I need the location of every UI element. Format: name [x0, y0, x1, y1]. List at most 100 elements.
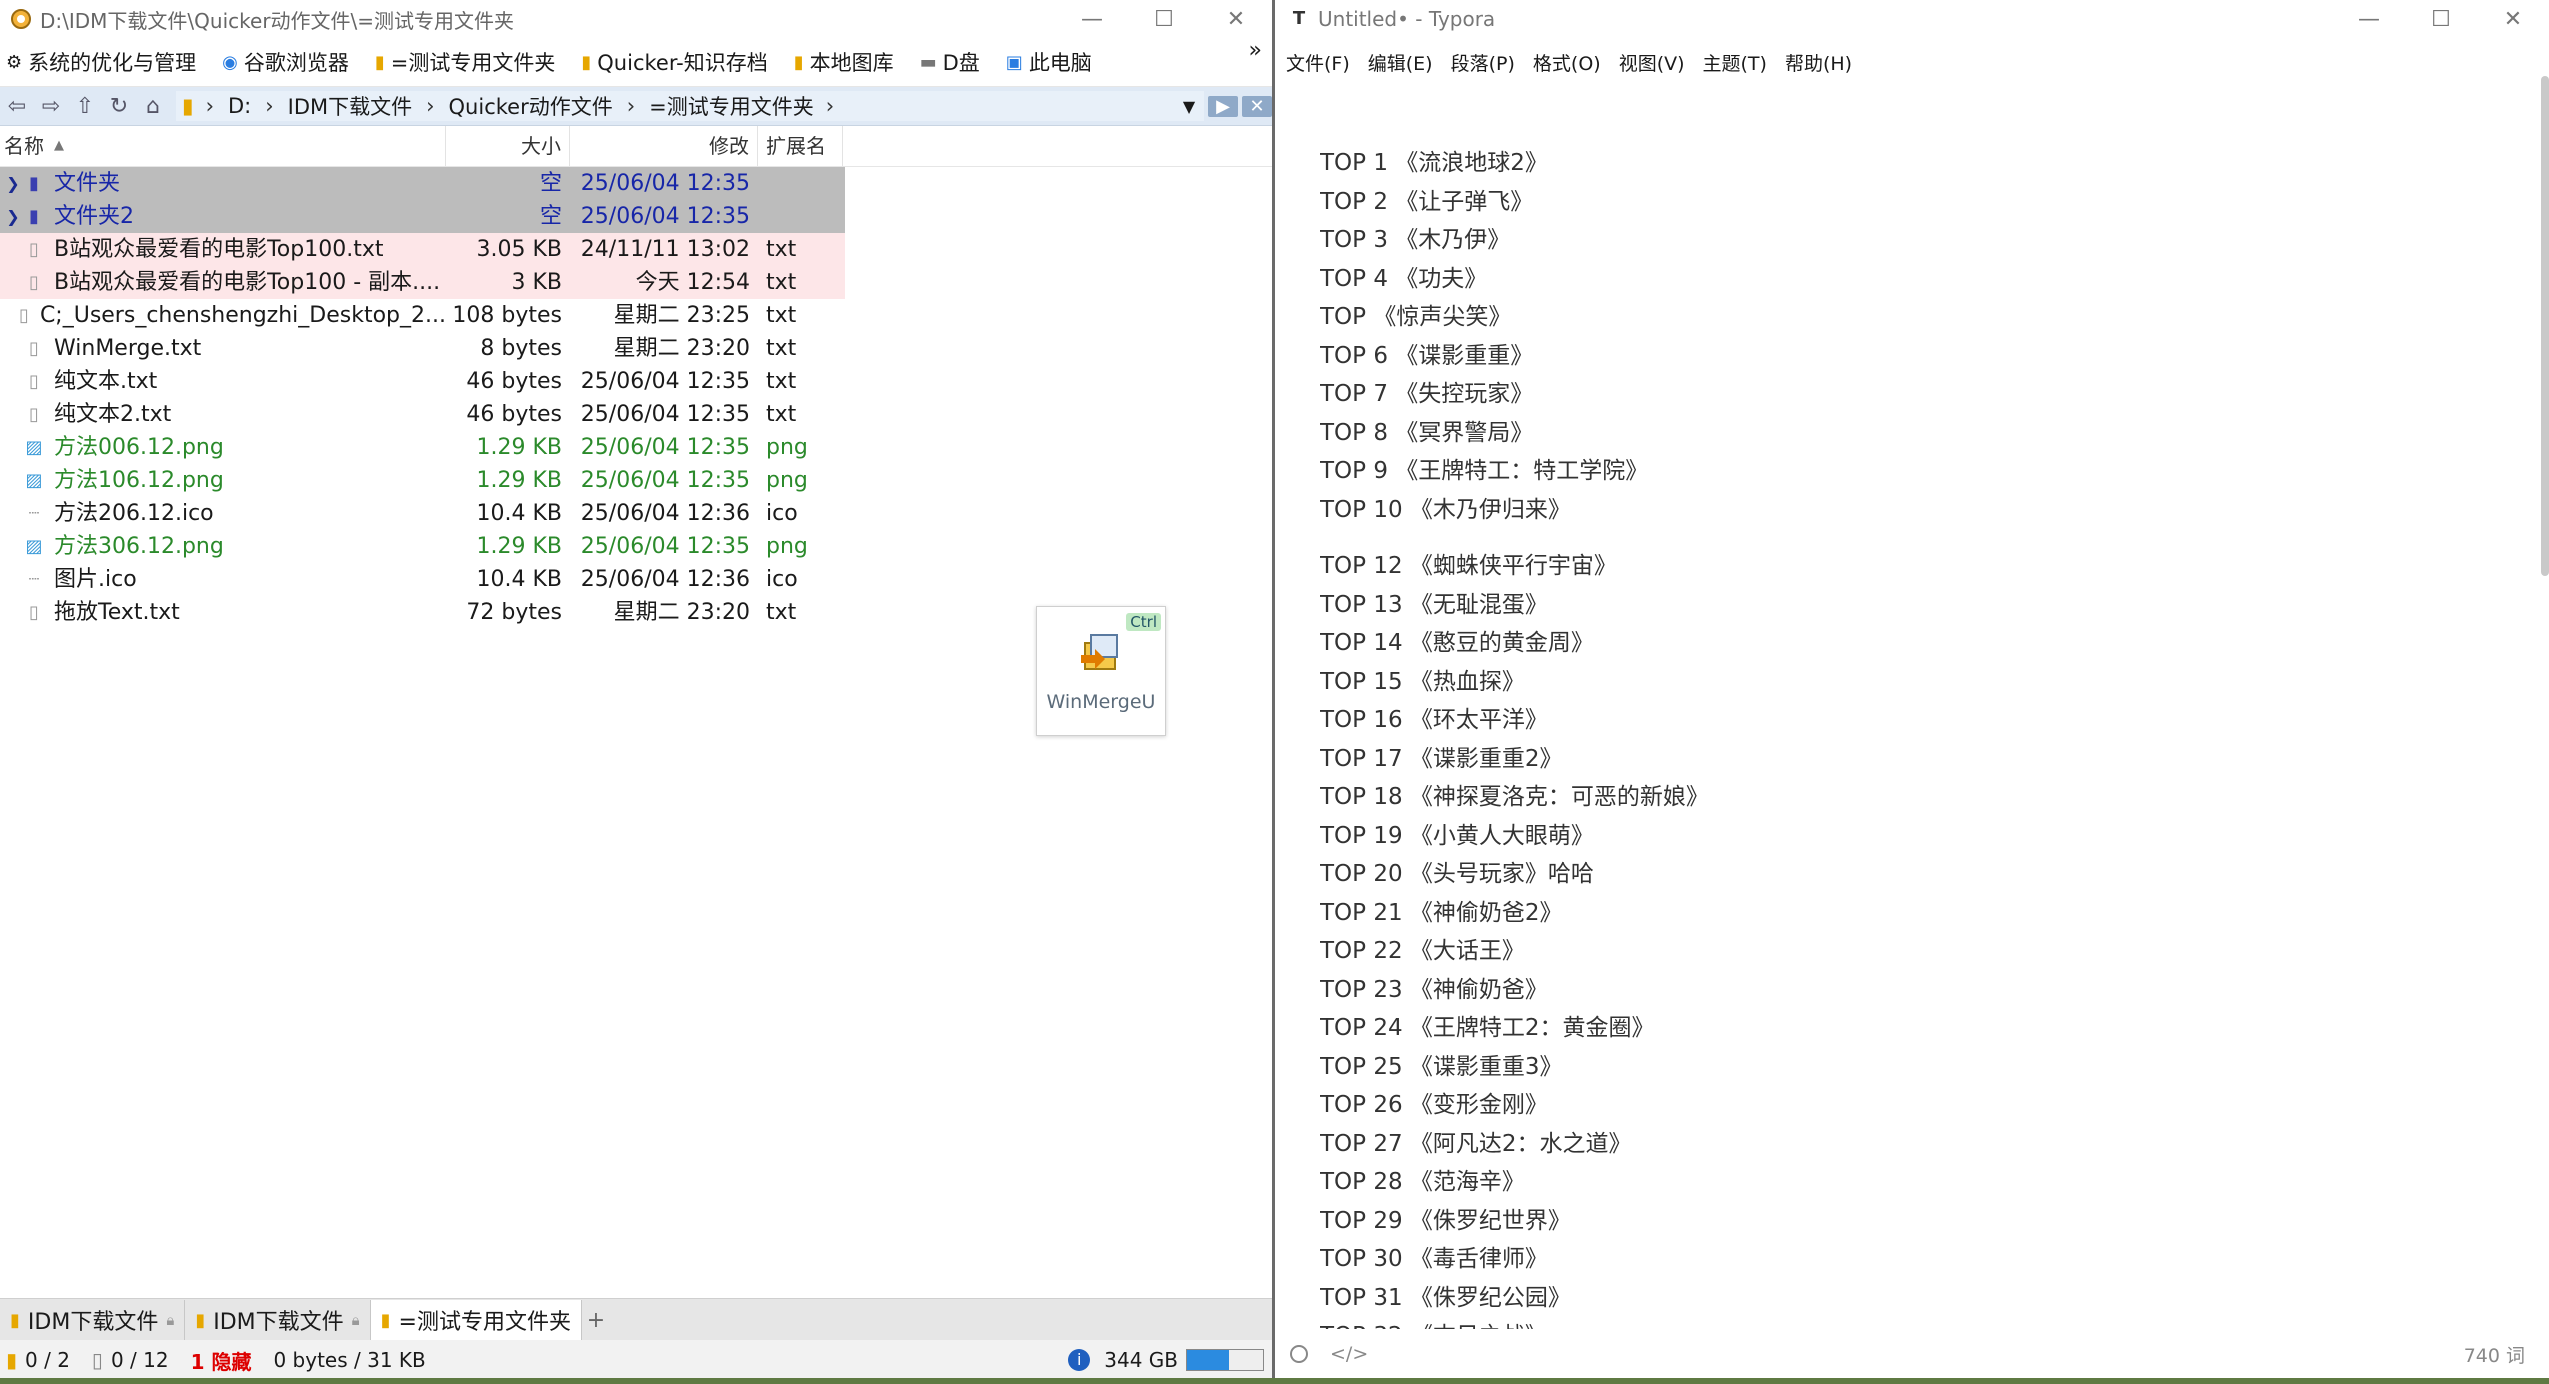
doc-line[interactable]: TOP 10 《木乃伊归来》	[1320, 491, 2490, 530]
doc-line[interactable]: TOP 6 《谍影重重》	[1320, 337, 2490, 376]
go-button[interactable]: ▶	[1208, 95, 1238, 117]
file-name: 纯文本2.txt	[54, 402, 172, 427]
doc-line[interactable]: TOP 4 《功夫》	[1320, 260, 2490, 299]
doc-line[interactable]: TOP 27 《阿凡达2：水之道》	[1320, 1125, 2490, 1164]
source-code-toggle[interactable]: </>	[1330, 1343, 1368, 1365]
maximize-button[interactable]: ☐	[2405, 7, 2477, 32]
favorite-item[interactable]: ⚙ 系统的优化与管理	[6, 47, 196, 77]
doc-line[interactable]: TOP 30 《毒舌律师》	[1320, 1240, 2490, 1279]
doc-line[interactable]: TOP 19 《小黄人大眼萌》	[1320, 817, 2490, 856]
info-icon[interactable]: i	[1068, 1349, 1091, 1371]
breadcrumb[interactable]: › D:	[206, 94, 252, 118]
menu-theme[interactable]: 主题(T)	[1703, 49, 1767, 76]
home-icon[interactable]: ⌂	[136, 94, 170, 119]
typora-titlebar: T Untitled• - Typora — ☐ ✕	[1278, 0, 2549, 38]
doc-line[interactable]: TOP 25 《谍影重重3》	[1320, 1048, 2490, 1087]
breadcrumb[interactable]: › IDM下载文件	[265, 91, 412, 121]
editor-content[interactable]: TOP 1 《流浪地球2》 TOP 2 《让子弹飞》 TOP 3 《木乃伊》 TOP …	[1320, 144, 2490, 1329]
doc-line[interactable]: TOP 20 《头号玩家》哈哈	[1320, 855, 2490, 894]
column-date[interactable]: 修改	[570, 126, 758, 166]
doc-line[interactable]: TOP 14 《憨豆的黄金周》	[1320, 624, 2490, 663]
file-row[interactable]: ┈ 图片.ico 10.4 KB 25/06/04 12:36 ico	[0, 563, 845, 596]
forward-arrow-icon[interactable]: ⇨	[34, 94, 68, 119]
file-row[interactable]: ▯ B站观众最爱看的电影Top100 - 副本.... 3 KB 今天 12:54 tx…	[0, 266, 845, 299]
favorite-item[interactable]: ◉ 谷歌浏览器	[222, 47, 349, 77]
doc-line[interactable]: TOP 1 《流浪地球2》	[1320, 144, 2490, 183]
file-row[interactable]: ▨ 方法006.12.png 1.29 KB 25/06/04 12:35 png	[0, 431, 845, 464]
doc-line[interactable]: TOP 16 《环太平洋》	[1320, 701, 2490, 740]
up-arrow-icon[interactable]: ⇧	[68, 94, 102, 119]
file-row[interactable]: ▯ 拖放Text.txt 72 bytes 星期二 23:20 txt	[0, 596, 845, 629]
tab-idm-2[interactable]: ▮ IDM下载文件 🔒︎	[185, 1300, 371, 1340]
menu-format[interactable]: 格式(O)	[1533, 49, 1601, 76]
file-row[interactable]: ┈ 方法206.12.ico 10.4 KB 25/06/04 12:36 ico	[0, 497, 845, 530]
doc-line[interactable]: TOP 7 《失控玩家》	[1320, 375, 2490, 414]
file-row[interactable]: ▯ C;_Users_chenshengzhi_Desktop_2... 108 b…	[0, 299, 845, 332]
doc-line[interactable]: TOP 17 《谍影重重2》	[1320, 740, 2490, 779]
favorite-item[interactable]: ▮ Quicker-知识存档	[581, 47, 767, 77]
expand-arrow-icon[interactable]: ❯	[4, 167, 22, 200]
hidden-count[interactable]: 1 隐藏	[191, 1346, 252, 1375]
menu-help[interactable]: 帮助(H)	[1785, 49, 1852, 76]
favorites-more-button[interactable]: »	[1249, 38, 1262, 63]
file-row[interactable]: ▨ 方法306.12.png 1.29 KB 25/06/04 12:35 png	[0, 530, 845, 563]
refresh-icon[interactable]: ↻	[102, 94, 136, 119]
tab-test-folder[interactable]: ▮ =测试专用文件夹	[370, 1300, 582, 1340]
doc-line[interactable]: TOP 15 《热血探》	[1320, 663, 2490, 702]
favorite-item[interactable]: ▮ 本地图库	[794, 47, 894, 77]
minimize-button[interactable]: —	[2333, 7, 2405, 32]
doc-line[interactable]: TOP 24 《王牌特工2：黄金圈》	[1320, 1009, 2490, 1048]
file-row[interactable]: ▯ 纯文本.txt 46 bytes 25/06/04 12:35 txt	[0, 365, 845, 398]
tab-idm-1[interactable]: ▮ IDM下载文件 🔒︎	[0, 1300, 186, 1340]
doc-line[interactable]: TOP 8 《冥界警局》	[1320, 414, 2490, 453]
doc-line[interactable]: TOP 18 《神探夏洛克：可恶的新娘》	[1320, 778, 2490, 817]
close-button[interactable]: ✕	[1200, 7, 1272, 32]
doc-line[interactable]: TOP 28 《范海辛》	[1320, 1163, 2490, 1202]
outline-toggle-icon[interactable]	[1290, 1345, 1308, 1363]
minimize-button[interactable]: —	[1056, 7, 1128, 32]
doc-line[interactable]: TOP 23 《神偷奶爸》	[1320, 971, 2490, 1010]
doc-line[interactable]: TOP 26 《变形金刚》	[1320, 1086, 2490, 1125]
chevron-down-icon[interactable]: ▼	[1174, 97, 1204, 116]
doc-line[interactable]: TOP 13 《无耻混蛋》	[1320, 586, 2490, 625]
folder-row[interactable]: ❯ ▮ 文件夹 空 25/06/04 12:35	[0, 167, 845, 200]
favorite-item[interactable]: ▬ D盘	[920, 47, 980, 77]
doc-line[interactable]: TOP 3 《木乃伊》	[1320, 221, 2490, 260]
clear-icon[interactable]: ✕	[1242, 95, 1272, 117]
folder-row[interactable]: ❯ ▮ 文件夹2 空 25/06/04 12:35	[0, 200, 845, 233]
maximize-button[interactable]: ☐	[1128, 7, 1200, 32]
file-name: C;_Users_chenshengzhi_Desktop_2...	[39, 303, 446, 328]
doc-line[interactable]: TOP 21 《神偷奶爸2》	[1320, 894, 2490, 933]
doc-line[interactable]: TOP 《惊声尖笑》	[1320, 298, 2490, 337]
doc-line[interactable]: TOP 9 《王牌特工：特工学院》	[1320, 452, 2490, 491]
menu-file[interactable]: 文件(F)	[1286, 49, 1350, 76]
column-ext[interactable]: 扩展名	[758, 126, 843, 166]
folder-count: ▮ 0 / 2	[6, 1348, 70, 1372]
favorite-item[interactable]: ▮ =测试专用文件夹	[375, 47, 556, 77]
breadcrumb[interactable]: › Quicker动作文件	[426, 91, 613, 121]
doc-line[interactable]: TOP 29 《侏罗纪世界》	[1320, 1202, 2490, 1241]
close-button[interactable]: ✕	[2477, 7, 2549, 32]
word-count[interactable]: 740 词	[2464, 1341, 2525, 1368]
column-name[interactable]: 名称 ▲	[0, 126, 446, 166]
back-arrow-icon[interactable]: ⇦	[0, 94, 34, 119]
menu-view[interactable]: 视图(V)	[1619, 49, 1685, 76]
favorite-item[interactable]: ▣ 此电脑	[1006, 47, 1092, 77]
column-size[interactable]: 大小	[446, 126, 570, 166]
doc-line[interactable]: TOP 32 《末日之战》	[1320, 1317, 2490, 1329]
file-row[interactable]: ▨ 方法106.12.png 1.29 KB 25/06/04 12:35 png	[0, 464, 845, 497]
breadcrumb[interactable]: › =测试专用文件夹 ›	[627, 91, 848, 121]
file-row[interactable]: ▯ 纯文本2.txt 46 bytes 25/06/04 12:35 txt	[0, 398, 845, 431]
file-row[interactable]: ▯ B站观众最爱看的电影Top100.txt 3.05 KB 24/11/11 13:…	[0, 233, 845, 266]
vertical-scrollbar[interactable]	[2541, 76, 2549, 576]
add-tab-button[interactable]: +	[582, 1308, 610, 1333]
menu-paragraph[interactable]: 段落(P)	[1451, 49, 1515, 76]
expand-arrow-icon[interactable]: ❯	[4, 200, 22, 233]
doc-line[interactable]: TOP 31 《侏罗纪公园》	[1320, 1279, 2490, 1318]
doc-line[interactable]: TOP 12 《蜘蛛侠平行宇宙》	[1320, 547, 2490, 586]
address-bar[interactable]: ▮ › D: › IDM下载文件 › Quicker动作文件 › =测试专用文件夹 › ▼	[176, 91, 1204, 121]
doc-line[interactable]: TOP 22 《大话王》	[1320, 932, 2490, 971]
doc-line[interactable]: TOP 2 《让子弹飞》	[1320, 183, 2490, 222]
file-row[interactable]: ▯ WinMerge.txt 8 bytes 星期二 23:20 txt	[0, 332, 845, 365]
menu-edit[interactable]: 编辑(E)	[1368, 49, 1433, 76]
